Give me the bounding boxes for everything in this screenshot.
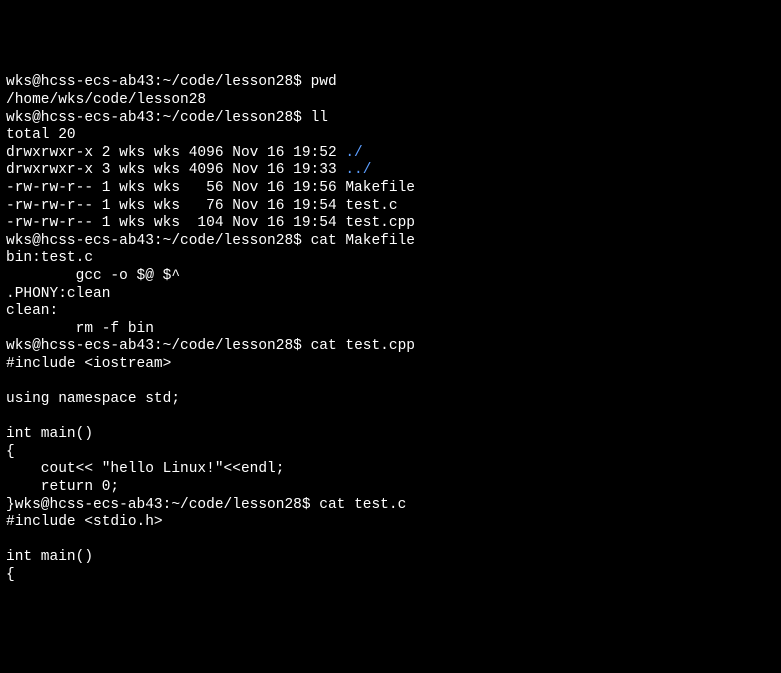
terminal-line: rm -f bin: [6, 321, 775, 339]
terminal-line: #include <iostream>: [6, 356, 775, 374]
terminal-line: wks@hcss-ecs-ab43:~/code/lesson28$ cat M…: [6, 233, 775, 251]
shell-command: cat Makefile: [311, 233, 415, 249]
terminal-line: bin:test.c: [6, 250, 775, 268]
terminal-line: return 0;: [6, 479, 775, 497]
terminal-line: .PHONY:clean: [6, 286, 775, 304]
output-text: }: [6, 497, 15, 513]
terminal-line: clean:: [6, 303, 775, 321]
shell-command: cat test.cpp: [311, 338, 415, 354]
terminal-line: wks@hcss-ecs-ab43:~/code/lesson28$ ll: [6, 110, 775, 128]
terminal-line: -rw-rw-r-- 1 wks wks 104 Nov 16 19:54 te…: [6, 215, 775, 233]
terminal-line: drwxrwxr-x 2 wks wks 4096 Nov 16 19:52 .…: [6, 145, 775, 163]
shell-command: cat test.c: [319, 497, 406, 513]
shell-prompt: wks@hcss-ecs-ab43:~/code/lesson28$: [15, 497, 320, 513]
terminal-line: -rw-rw-r-- 1 wks wks 56 Nov 16 19:56 Mak…: [6, 180, 775, 198]
terminal-line: total 20: [6, 127, 775, 145]
terminal-line: int main(): [6, 549, 775, 567]
terminal-line: int main(): [6, 426, 775, 444]
terminal-line: {: [6, 444, 775, 462]
terminal-line: wks@hcss-ecs-ab43:~/code/lesson28$ pwd: [6, 74, 775, 92]
terminal-line: [6, 409, 775, 427]
terminal-line: gcc -o $@ $^: [6, 268, 775, 286]
terminal-line: }wks@hcss-ecs-ab43:~/code/lesson28$ cat …: [6, 497, 775, 515]
terminal-line: [6, 532, 775, 550]
directory-name: ./: [345, 145, 362, 161]
shell-prompt: wks@hcss-ecs-ab43:~/code/lesson28$: [6, 110, 311, 126]
terminal-line: #include <stdio.h>: [6, 514, 775, 532]
terminal-line: drwxrwxr-x 3 wks wks 4096 Nov 16 19:33 .…: [6, 162, 775, 180]
terminal-line: -rw-rw-r-- 1 wks wks 76 Nov 16 19:54 tes…: [6, 198, 775, 216]
ls-perms: drwxrwxr-x 2 wks wks 4096 Nov 16 19:52: [6, 145, 345, 161]
shell-command: ll: [311, 110, 328, 126]
shell-prompt: wks@hcss-ecs-ab43:~/code/lesson28$: [6, 74, 311, 90]
terminal-line: cout<< "hello Linux!"<<endl;: [6, 461, 775, 479]
shell-command: pwd: [311, 74, 337, 90]
terminal-line: {: [6, 567, 775, 585]
terminal-line: [6, 373, 775, 391]
directory-name: ../: [345, 162, 371, 178]
shell-prompt: wks@hcss-ecs-ab43:~/code/lesson28$: [6, 233, 311, 249]
shell-prompt: wks@hcss-ecs-ab43:~/code/lesson28$: [6, 338, 311, 354]
ls-perms: drwxrwxr-x 3 wks wks 4096 Nov 16 19:33: [6, 162, 345, 178]
terminal-line: wks@hcss-ecs-ab43:~/code/lesson28$ cat t…: [6, 338, 775, 356]
terminal-output[interactable]: wks@hcss-ecs-ab43:~/code/lesson28$ pwd/h…: [6, 74, 775, 584]
terminal-line: /home/wks/code/lesson28: [6, 92, 775, 110]
terminal-line: using namespace std;: [6, 391, 775, 409]
